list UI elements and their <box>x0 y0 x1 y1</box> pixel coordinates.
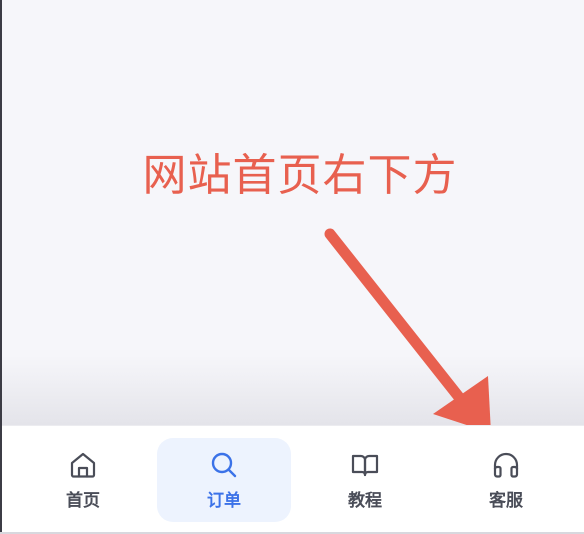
tab-support-label: 客服 <box>489 490 523 511</box>
search-icon <box>211 452 237 477</box>
bottom-tab-bar: 首页 订单 教程 客服 <box>2 425 584 534</box>
page: 网站首页右下方 首页 订单 教程 客服 <box>0 0 584 534</box>
book-open-icon <box>351 454 379 476</box>
tab-home[interactable]: 首页 <box>16 438 150 522</box>
main-content <box>2 0 584 425</box>
tab-tutorials[interactable]: 教程 <box>298 438 432 522</box>
tab-tutorials-label: 教程 <box>348 490 382 511</box>
home-icon <box>70 452 96 478</box>
tab-orders-label: 订单 <box>207 490 241 511</box>
tab-support[interactable]: 客服 <box>439 438 573 522</box>
tab-home-label: 首页 <box>66 490 100 511</box>
annotation-text: 网站首页右下方 <box>142 150 458 201</box>
tab-orders[interactable]: 订单 <box>157 438 291 522</box>
headphones-icon <box>493 452 519 478</box>
